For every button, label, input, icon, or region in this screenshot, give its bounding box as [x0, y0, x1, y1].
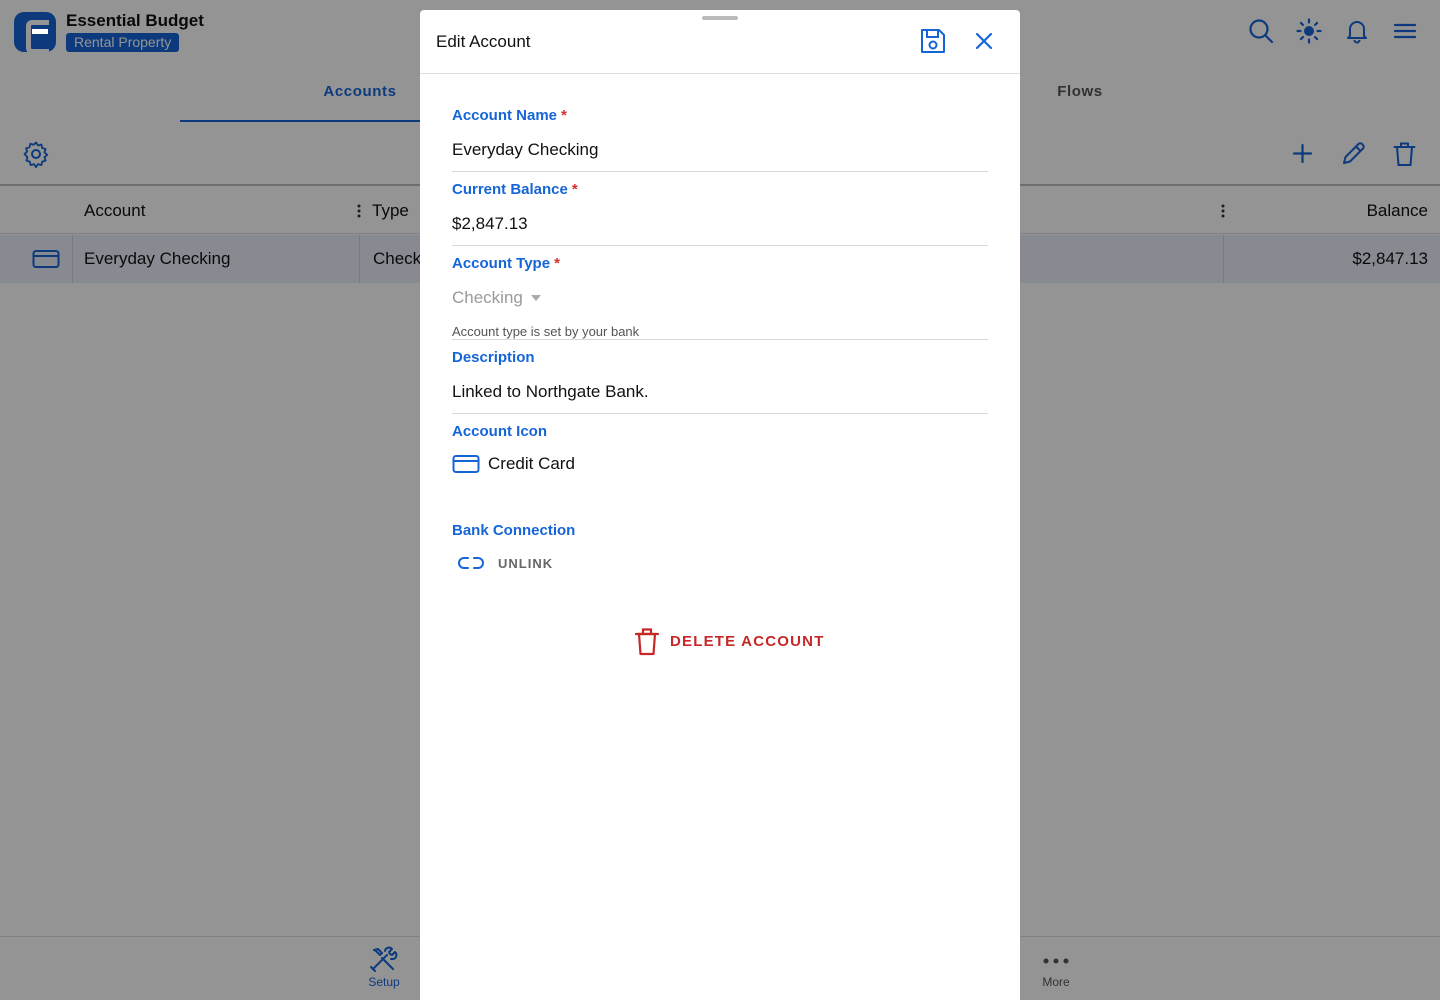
unlink-button[interactable]: UNLINK	[452, 555, 988, 571]
description-field[interactable]: Description Linked to Northgate Bank.	[452, 349, 988, 414]
account-name-label: Account Name *	[452, 107, 567, 124]
account-name-input[interactable]: Everyday Checking	[452, 140, 988, 160]
account-name-field[interactable]: Account Name * Everyday Checking	[452, 107, 988, 172]
account-icon-picker[interactable]: Credit Card	[452, 454, 988, 474]
description-label: Description	[452, 349, 535, 366]
delete-account-label: DELETE ACCOUNT	[670, 632, 825, 650]
bank-connection-label: Bank Connection	[452, 522, 576, 539]
account-type-hint: Account type is set by your bank	[452, 324, 640, 339]
current-balance-label: Current Balance *	[452, 181, 578, 198]
save-icon[interactable]	[918, 26, 948, 56]
credit-card-icon	[452, 454, 480, 474]
account-icon-label: Account Icon	[452, 423, 548, 440]
trash-icon	[634, 626, 660, 656]
account-icon-value: Credit Card	[488, 454, 575, 473]
account-icon-field[interactable]: Account Icon Credit Card	[452, 423, 988, 483]
dialog-title: Edit Account	[436, 32, 531, 51]
edit-account-dialog: Edit Account Account Name * Everyday Chec…	[420, 10, 1020, 1000]
dialog-header: Edit Account	[420, 10, 1020, 74]
bank-connection-field: Bank Connection UNLINK	[452, 522, 988, 582]
account-type-select: Checking	[452, 288, 988, 308]
drag-handle[interactable]	[702, 16, 738, 20]
account-type-field: Account Type * Checking Account type is s…	[452, 255, 988, 340]
close-icon[interactable]	[972, 29, 996, 53]
unlink-label: UNLINK	[498, 555, 554, 571]
current-balance-input[interactable]: $2,847.13	[452, 214, 988, 234]
current-balance-field[interactable]: Current Balance * $2,847.13	[452, 181, 988, 246]
delete-account-button[interactable]: DELETE ACCOUNT	[634, 626, 825, 656]
unlink-icon	[458, 555, 484, 571]
dropdown-caret-icon	[530, 295, 541, 301]
account-type-label: Account Type *	[452, 255, 560, 272]
description-input[interactable]: Linked to Northgate Bank.	[452, 382, 988, 402]
